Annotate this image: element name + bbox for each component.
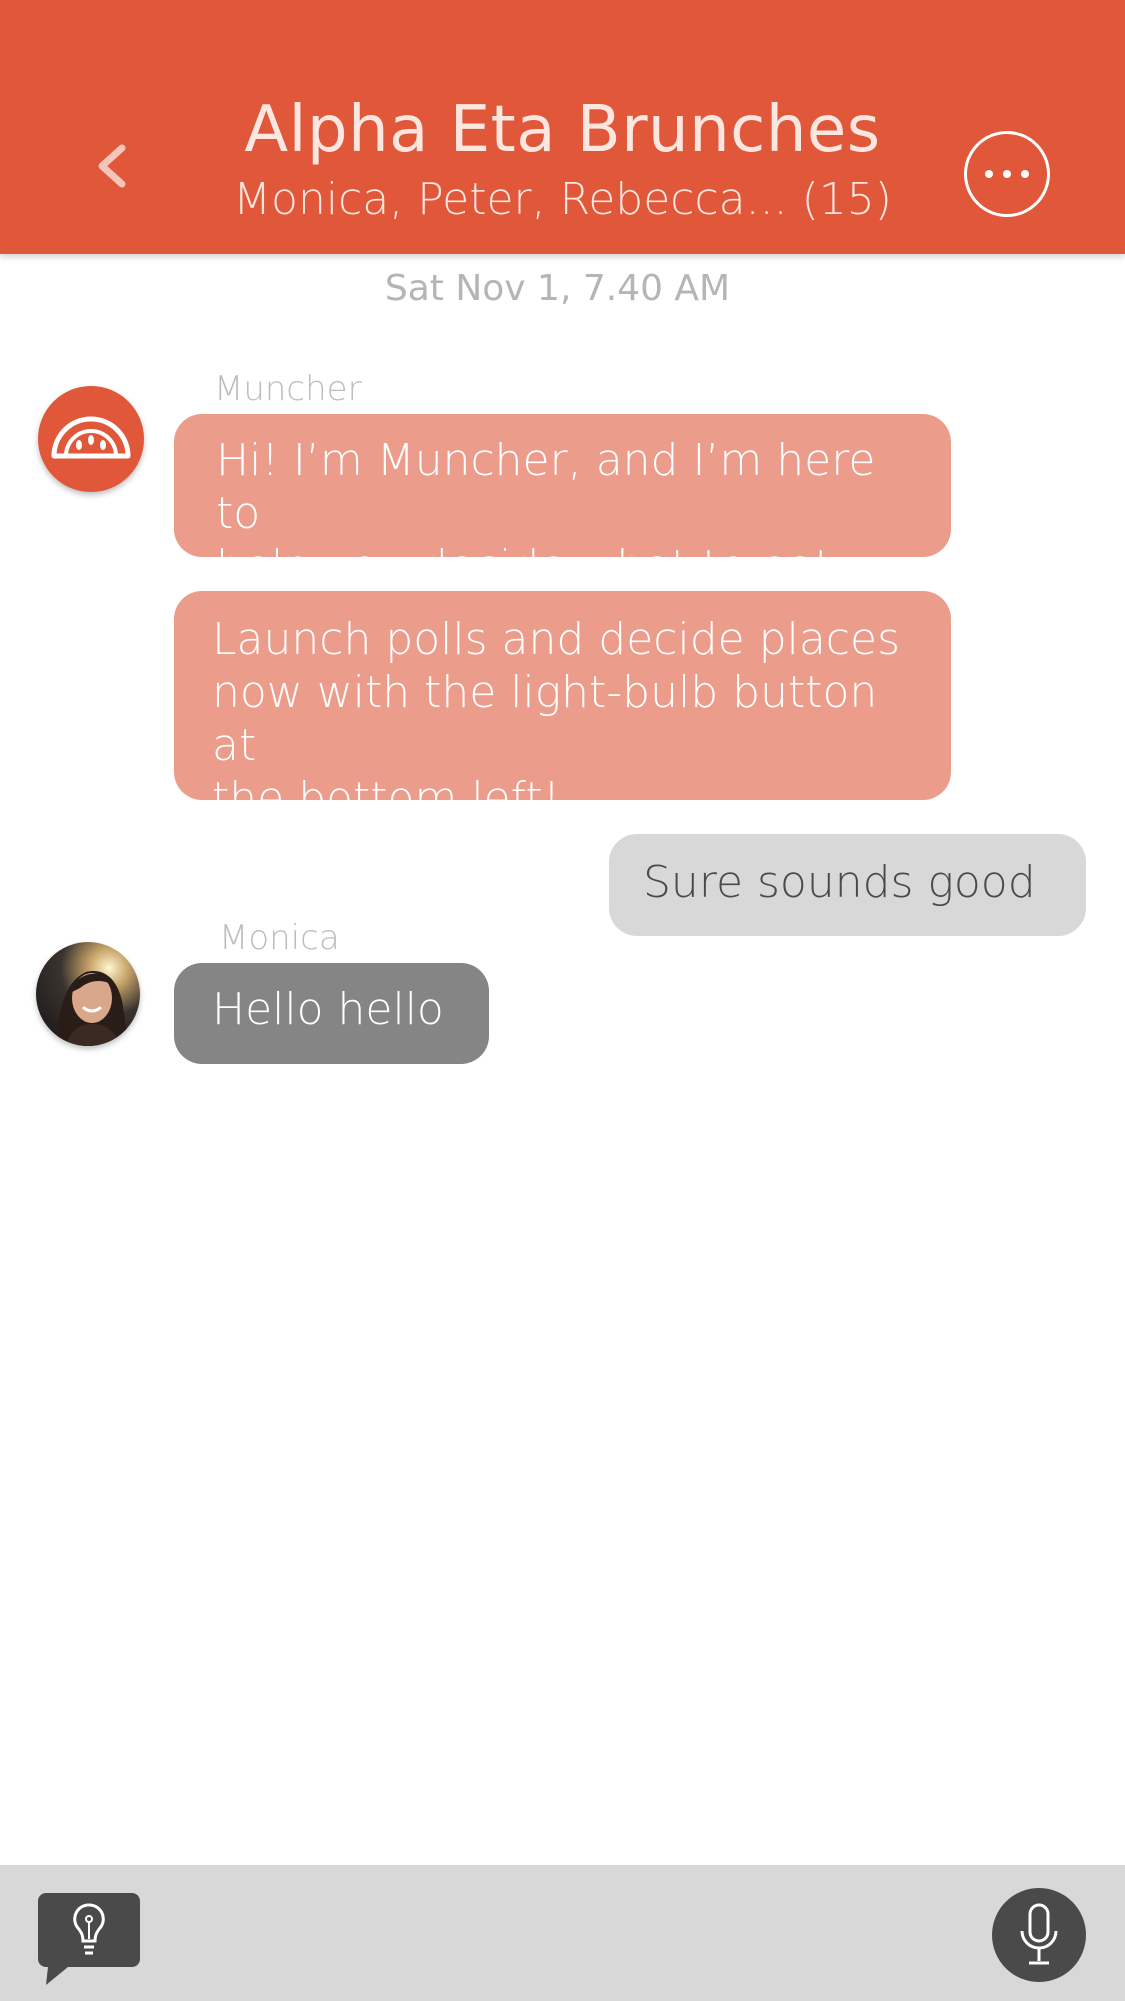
bottom-toolbar: [0, 1865, 1125, 2001]
microphone-icon: [1020, 1903, 1058, 1965]
ellipsis-icon: [985, 170, 1029, 178]
message-bubble[interactable]: Sure sounds good: [609, 834, 1086, 936]
sender-name: Monica: [219, 918, 340, 958]
chat-screen: Alpha Eta Brunches Monica, Peter, Rebecc…: [0, 0, 1125, 2001]
message-bubble[interactable]: Hi! I’m Muncher, and I’m here to help yo…: [174, 414, 951, 592]
profile-photo: [56, 971, 132, 1046]
chat-title: Alpha Eta Brunches: [244, 93, 881, 167]
more-options-button[interactable]: [964, 131, 1050, 217]
message-bubble[interactable]: Launch polls and decide places now with …: [174, 591, 951, 824]
microphone-button[interactable]: [992, 1888, 1086, 1982]
melon-logo-icon: [51, 416, 131, 459]
avatar[interactable]: [36, 942, 140, 1046]
chat-header: Alpha Eta Brunches Monica, Peter, Rebecc…: [0, 0, 1125, 254]
bot-avatar[interactable]: [38, 386, 144, 492]
chat-members-summary[interactable]: Monica, Peter, Rebecca... (15): [0, 174, 1125, 226]
message-bubble[interactable]: Hello hello: [174, 963, 489, 1064]
poll-button[interactable]: [38, 1893, 140, 1985]
lightbulb-icon: [38, 1893, 140, 1985]
conversation-timestamp: Sat Nov 1, 7.40 AM: [384, 268, 731, 309]
sender-name: Muncher: [214, 369, 362, 409]
